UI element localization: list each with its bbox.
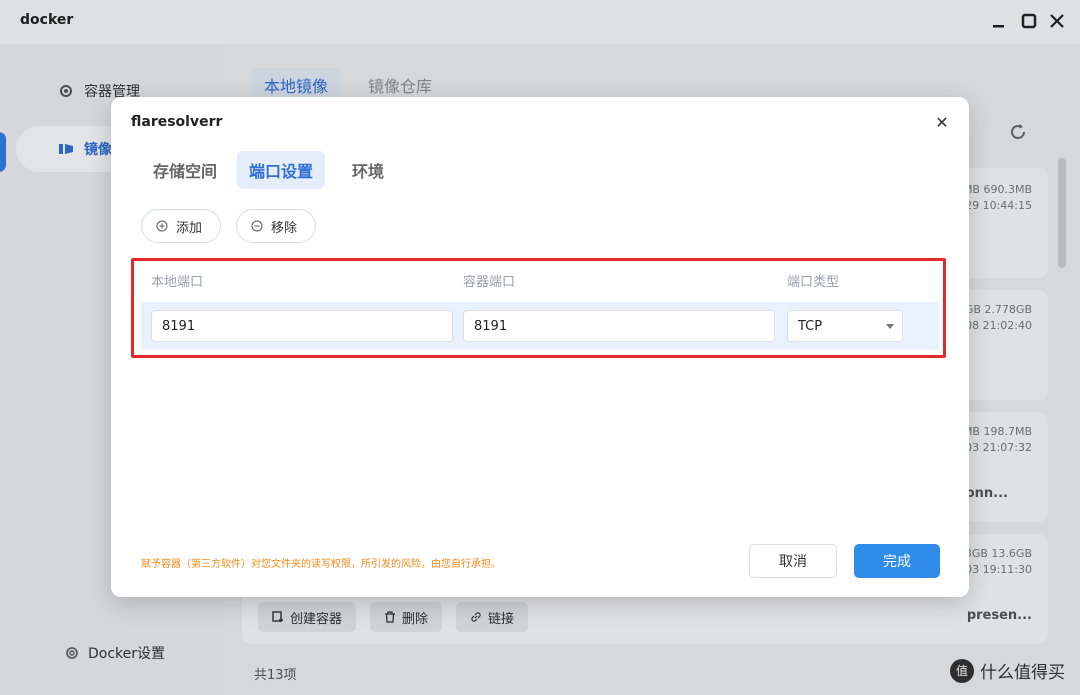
tab-port-settings[interactable]: 端口设置: [237, 151, 326, 189]
column-header-local-port: 本地端口: [151, 275, 204, 290]
port-settings-dialog: flaresolverr ✕ 存储空间 端口设置 环境 添加 移除 本地端口 容…: [111, 97, 969, 597]
remove-label: 移除: [271, 220, 298, 236]
column-header-port-type: 端口类型: [787, 275, 840, 290]
tab-environment[interactable]: 环境: [340, 151, 396, 189]
local-port-input[interactable]: 8191: [151, 310, 453, 342]
add-label: 添加: [176, 220, 203, 236]
port-type-value: TCP: [798, 318, 823, 334]
close-icon[interactable]: ✕: [933, 113, 951, 132]
port-row: 8191 8191 TCP: [141, 302, 939, 350]
minus-circle-icon: [251, 220, 263, 232]
container-port-input[interactable]: 8191: [463, 310, 775, 342]
chevron-down-icon: [886, 324, 894, 329]
add-port-button[interactable]: 添加: [141, 209, 221, 243]
dialog-title: flaresolverr: [131, 114, 223, 130]
remove-port-button[interactable]: 移除: [236, 209, 316, 243]
cancel-button[interactable]: 取消: [749, 544, 837, 578]
done-button[interactable]: 完成: [854, 544, 940, 578]
tab-storage[interactable]: 存储空间: [141, 151, 229, 189]
column-header-container-port: 容器端口: [463, 275, 516, 290]
risk-warning: 赋予容器（第三方软件）对您文件夹的读写权限，所引发的风险，由您自行承担。: [141, 559, 501, 570]
plus-circle-icon: [156, 220, 168, 232]
port-type-select[interactable]: TCP: [787, 310, 903, 342]
